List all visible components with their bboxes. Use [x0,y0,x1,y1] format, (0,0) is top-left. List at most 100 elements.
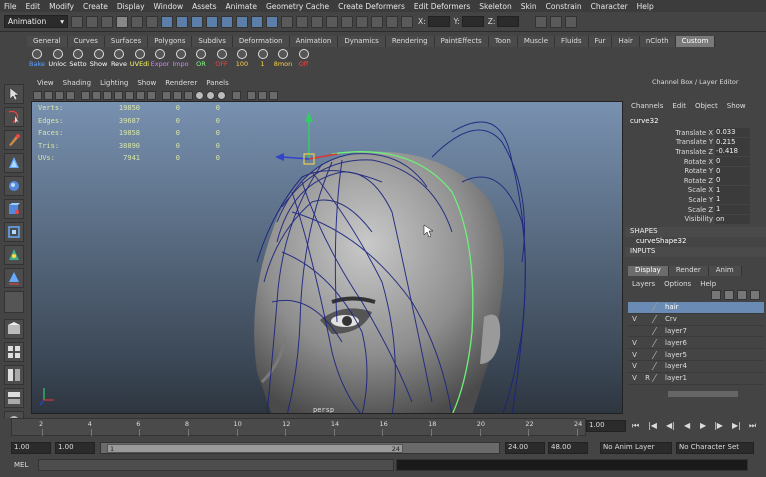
command-input[interactable] [38,458,394,471]
anim-start-field[interactable]: 1.00 [11,442,51,454]
ipr-render-icon[interactable] [371,15,383,28]
attribute-row[interactable]: Translate Y 0.215 [625,137,766,148]
mask-icon-6[interactable] [236,15,248,28]
tool-settings-icon[interactable] [550,15,563,28]
layer-scrollbar[interactable] [668,390,738,397]
shelf-button-8mon[interactable]: 8mon [273,48,293,70]
layer-menu-options[interactable]: Options [664,280,691,288]
layer-row[interactable]: Vlayer5 [628,349,764,361]
attribute-row[interactable]: Rotate Z0 [625,176,766,186]
panel-menu-lighting[interactable]: Lighting [100,79,128,87]
render-settings-icon[interactable] [386,15,398,28]
attribute-value[interactable]: 1 [715,185,750,195]
mask-icon-3[interactable] [191,15,203,28]
play-backward-icon[interactable]: ◀ [684,421,695,431]
shelf-tab-muscle[interactable]: Muscle [517,36,556,47]
snap-curve-icon[interactable] [296,15,308,28]
shelf-tab-surfaces[interactable]: Surfaces [104,36,149,47]
grid-icon[interactable] [81,90,90,100]
channel-menu-channels[interactable]: Channels [631,102,663,110]
layer-row[interactable]: Vlayer6 [628,337,764,350]
isolate-select-icon[interactable] [247,90,256,100]
go-to-start-icon[interactable]: ⏮ [632,421,643,431]
mask-icon-2[interactable] [176,15,188,28]
shelf-button-setto[interactable]: Setto [68,48,88,70]
smooth-shade-icon[interactable] [173,90,182,100]
layer-color-swatch[interactable] [651,303,665,312]
image-plane-icon[interactable] [66,90,75,100]
layer-row[interactable]: V Rlayer1 [628,373,764,385]
channel-menu-edit[interactable]: Edit [672,102,686,110]
panel-menu-renderer[interactable]: Renderer [165,79,197,87]
textured-icon[interactable] [195,90,204,100]
layer-visibility-toggle[interactable]: V [628,339,641,347]
shelf-button-unloc[interactable]: Unloc [48,48,68,70]
shelf-button-or[interactable]: OR [191,48,211,70]
menu-window[interactable]: Window [154,2,184,11]
wireframe-on-shaded-icon[interactable] [184,90,193,100]
playback-end-field[interactable]: 24.00 [505,442,545,454]
attribute-value[interactable]: 1 [715,195,750,205]
anim-end-field[interactable]: 48.00 [548,442,588,454]
current-frame-field[interactable]: 1.00 [586,420,626,432]
attribute-value[interactable]: 0.033 [715,128,750,138]
resolution-gate-icon[interactable] [103,90,112,100]
attribute-row[interactable]: Scale Z1 [625,205,766,215]
attribute-value[interactable]: 0 [715,157,750,167]
select-component-icon[interactable] [146,15,158,28]
attribute-value[interactable]: -0.418 [715,147,750,157]
last-tool-icon[interactable] [4,291,24,313]
layer-color-swatch[interactable] [651,350,665,359]
menu-file[interactable]: File [4,2,17,11]
attribute-row[interactable]: Visibility on [625,214,766,224]
channel-box-icon[interactable] [565,15,578,28]
shelf-button-off[interactable]: OFF [212,48,232,70]
go-to-end-icon[interactable]: ⏭ [749,421,760,431]
layer-tab-anim[interactable]: Anim [708,266,742,276]
snap-plane-icon[interactable] [326,15,338,28]
shelf-tab-fur[interactable]: Fur [588,36,613,47]
character-set-select[interactable]: No Character Set [676,442,754,454]
shelf-tab-general[interactable]: General [27,36,68,47]
range-bar[interactable]: 1 24 [100,442,500,454]
move-layer-up-icon[interactable] [711,290,721,300]
layer-visibility-toggle[interactable]: V [628,315,641,323]
step-back-frame-icon[interactable]: ◀| [666,421,677,431]
camera-attr-icon[interactable] [44,90,53,100]
menu-modify[interactable]: Modify [49,2,74,11]
shelf-button-1[interactable]: 1 [253,48,273,70]
panel-menu-show[interactable]: Show [137,79,156,87]
range-handle[interactable]: 1 24 [107,444,403,453]
history-icon[interactable] [341,15,353,28]
shelf-button-impo[interactable]: Impo [171,48,191,70]
step-back-key-icon[interactable]: |◀ [648,421,659,431]
channel-menu-object[interactable]: Object [695,102,718,110]
attribute-value[interactable]: 0 [715,166,750,176]
menu-animate[interactable]: Animate [226,2,257,11]
four-pane-layout-icon[interactable] [4,342,24,362]
menu-constrain[interactable]: Constrain [546,2,582,11]
move-tool-icon[interactable] [4,153,24,173]
panel-menu-shading[interactable]: Shading [63,79,91,87]
command-language-label[interactable]: MEL [14,461,38,469]
soft-mod-icon[interactable] [4,245,24,265]
viewport-persp[interactable]: Verts: 19850 0 0 Edges: 39687 0 0 Faces: 19858 0 0 T… [31,101,623,414]
menu-edit-deformers[interactable]: Edit Deformers [414,2,470,11]
channel-menu-show[interactable]: Show [727,102,746,110]
layer-row[interactable]: hair [628,302,764,314]
menu-set-select[interactable]: Animation ▾ [4,15,68,28]
layer-color-swatch[interactable] [651,338,665,347]
menu-create[interactable]: Create [83,2,108,11]
shelf-tab-hair[interactable]: Hair [612,36,640,47]
attribute-row[interactable]: Translate Z -0.418 [625,147,766,157]
universal-manip-icon[interactable] [4,222,24,242]
wireframe-icon[interactable] [162,90,171,100]
attribute-value[interactable]: 0 [715,176,750,186]
layer-visibility-toggle[interactable]: V [628,362,641,370]
mask-icon-7[interactable] [251,15,263,28]
shelf-tab-fluids[interactable]: Fluids [555,36,589,47]
layer-tab-display[interactable]: Display [628,266,669,276]
inputs-header[interactable]: INPUTS [625,246,766,257]
shadows-icon[interactable] [217,90,226,100]
shelf-tab-ncloth[interactable]: nCloth [639,36,676,47]
